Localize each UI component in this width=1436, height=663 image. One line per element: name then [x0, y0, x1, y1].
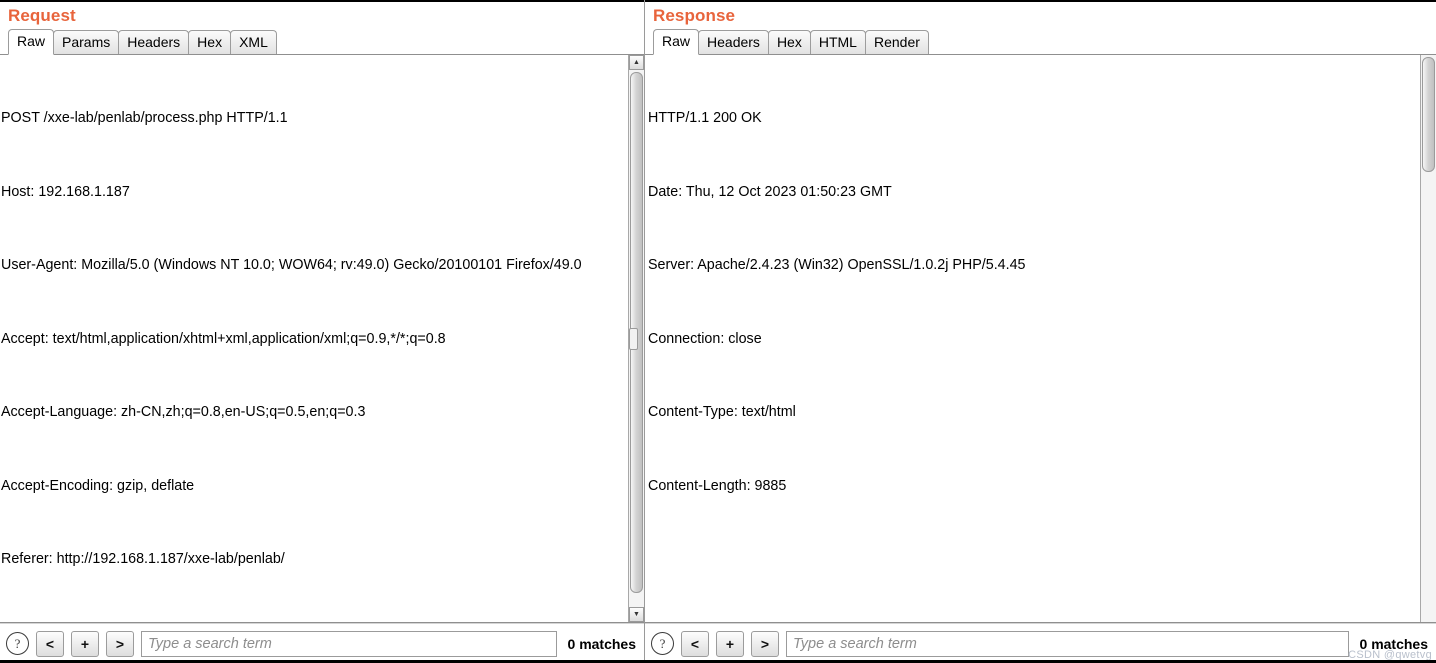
- tab-request-xml[interactable]: XML: [230, 30, 277, 54]
- search-add-button[interactable]: +: [716, 630, 744, 657]
- search-next-button[interactable]: >: [751, 630, 779, 657]
- request-search-input[interactable]: Type a search term: [141, 630, 557, 657]
- request-scroll-track[interactable]: [629, 70, 644, 607]
- tab-response-render[interactable]: Render: [864, 30, 929, 54]
- request-line: Content-Length: 189: [1, 621, 626, 623]
- tab-request-hex[interactable]: Hex: [188, 30, 232, 54]
- response-scroll-track[interactable]: [1421, 55, 1436, 622]
- request-vertical-scrollbar[interactable]: ▲ ▼: [628, 55, 644, 622]
- response-line: Date: Thu, 12 Oct 2023 01:50:23 GMT: [648, 183, 892, 200]
- search-next-button[interactable]: >: [106, 630, 134, 657]
- request-line: Accept-Encoding: gzip, deflate: [1, 477, 195, 494]
- request-line: Host: 192.168.1.187: [1, 183, 130, 200]
- tab-response-html[interactable]: HTML: [809, 30, 866, 54]
- response-title: Response: [653, 6, 736, 25]
- response-panel: Response Raw Headers Hex HTML Render HTT…: [645, 0, 1436, 663]
- request-editor-wrap: POST /xxe-lab/penlab/process.php HTTP/1.…: [0, 55, 644, 623]
- help-icon[interactable]: ?: [6, 632, 29, 655]
- search-prev-button[interactable]: <: [681, 630, 709, 657]
- request-title: Request: [8, 6, 76, 25]
- split-divider-grip[interactable]: [629, 327, 638, 350]
- tab-request-raw[interactable]: Raw: [8, 29, 55, 55]
- response-vertical-scrollbar[interactable]: [1420, 55, 1436, 622]
- response-tabbar: Raw Headers Hex HTML Render: [645, 29, 1436, 55]
- response-raw-editor[interactable]: HTTP/1.1 200 OK Date: Thu, 12 Oct 2023 0…: [645, 55, 1420, 622]
- scroll-down-arrow-icon[interactable]: ▼: [629, 607, 644, 622]
- tab-response-hex[interactable]: Hex: [767, 30, 811, 54]
- help-icon[interactable]: ?: [651, 632, 674, 655]
- response-line: Content-Length: 9885: [648, 477, 787, 494]
- response-line: HTTP/1.1 200 OK: [648, 110, 762, 126]
- response-editor-wrap: HTTP/1.1 200 OK Date: Thu, 12 Oct 2023 0…: [645, 55, 1436, 623]
- request-match-count: 0 matches: [567, 635, 636, 652]
- tab-request-headers[interactable]: Headers: [118, 30, 190, 54]
- response-scroll-thumb[interactable]: [1422, 57, 1435, 172]
- request-search-bar: ? < + > Type a search term 0 matches: [0, 623, 644, 663]
- search-add-button[interactable]: +: [71, 630, 99, 657]
- request-panel: Request Raw Params Headers Hex XML POST …: [0, 0, 645, 663]
- request-line: Referer: http://192.168.1.187/xxe-lab/pe…: [1, 551, 285, 567]
- request-line: Accept: text/html,application/xhtml+xml,…: [1, 330, 446, 347]
- response-blank-line: [648, 547, 1418, 572]
- tab-response-headers[interactable]: Headers: [698, 30, 769, 54]
- response-search-input[interactable]: Type a search term: [786, 630, 1349, 657]
- response-line: Server: Apache/2.4.23 (Win32) OpenSSL/1.…: [648, 257, 1026, 273]
- burp-message-viewer: Request Raw Params Headers Hex XML POST …: [0, 0, 1436, 663]
- request-line: User-Agent: Mozilla/5.0 (Windows NT 10.0…: [1, 257, 582, 273]
- scroll-up-arrow-icon[interactable]: ▲: [629, 55, 644, 70]
- request-line: Accept-Language: zh-CN,zh;q=0.8,en-US;q=…: [1, 404, 366, 420]
- tab-response-raw[interactable]: Raw: [653, 29, 700, 55]
- request-line: POST /xxe-lab/penlab/process.php HTTP/1.…: [1, 110, 288, 126]
- request-raw-editor[interactable]: POST /xxe-lab/penlab/process.php HTTP/1.…: [0, 55, 628, 622]
- search-prev-button[interactable]: <: [36, 630, 64, 657]
- response-search-bar: ? < + > Type a search term 0 matches: [645, 623, 1436, 663]
- tab-request-params[interactable]: Params: [53, 30, 120, 54]
- request-tabbar: Raw Params Headers Hex XML: [0, 29, 644, 55]
- response-line: Content-Type: text/html: [648, 404, 796, 420]
- response-line: Connection: close: [648, 330, 762, 347]
